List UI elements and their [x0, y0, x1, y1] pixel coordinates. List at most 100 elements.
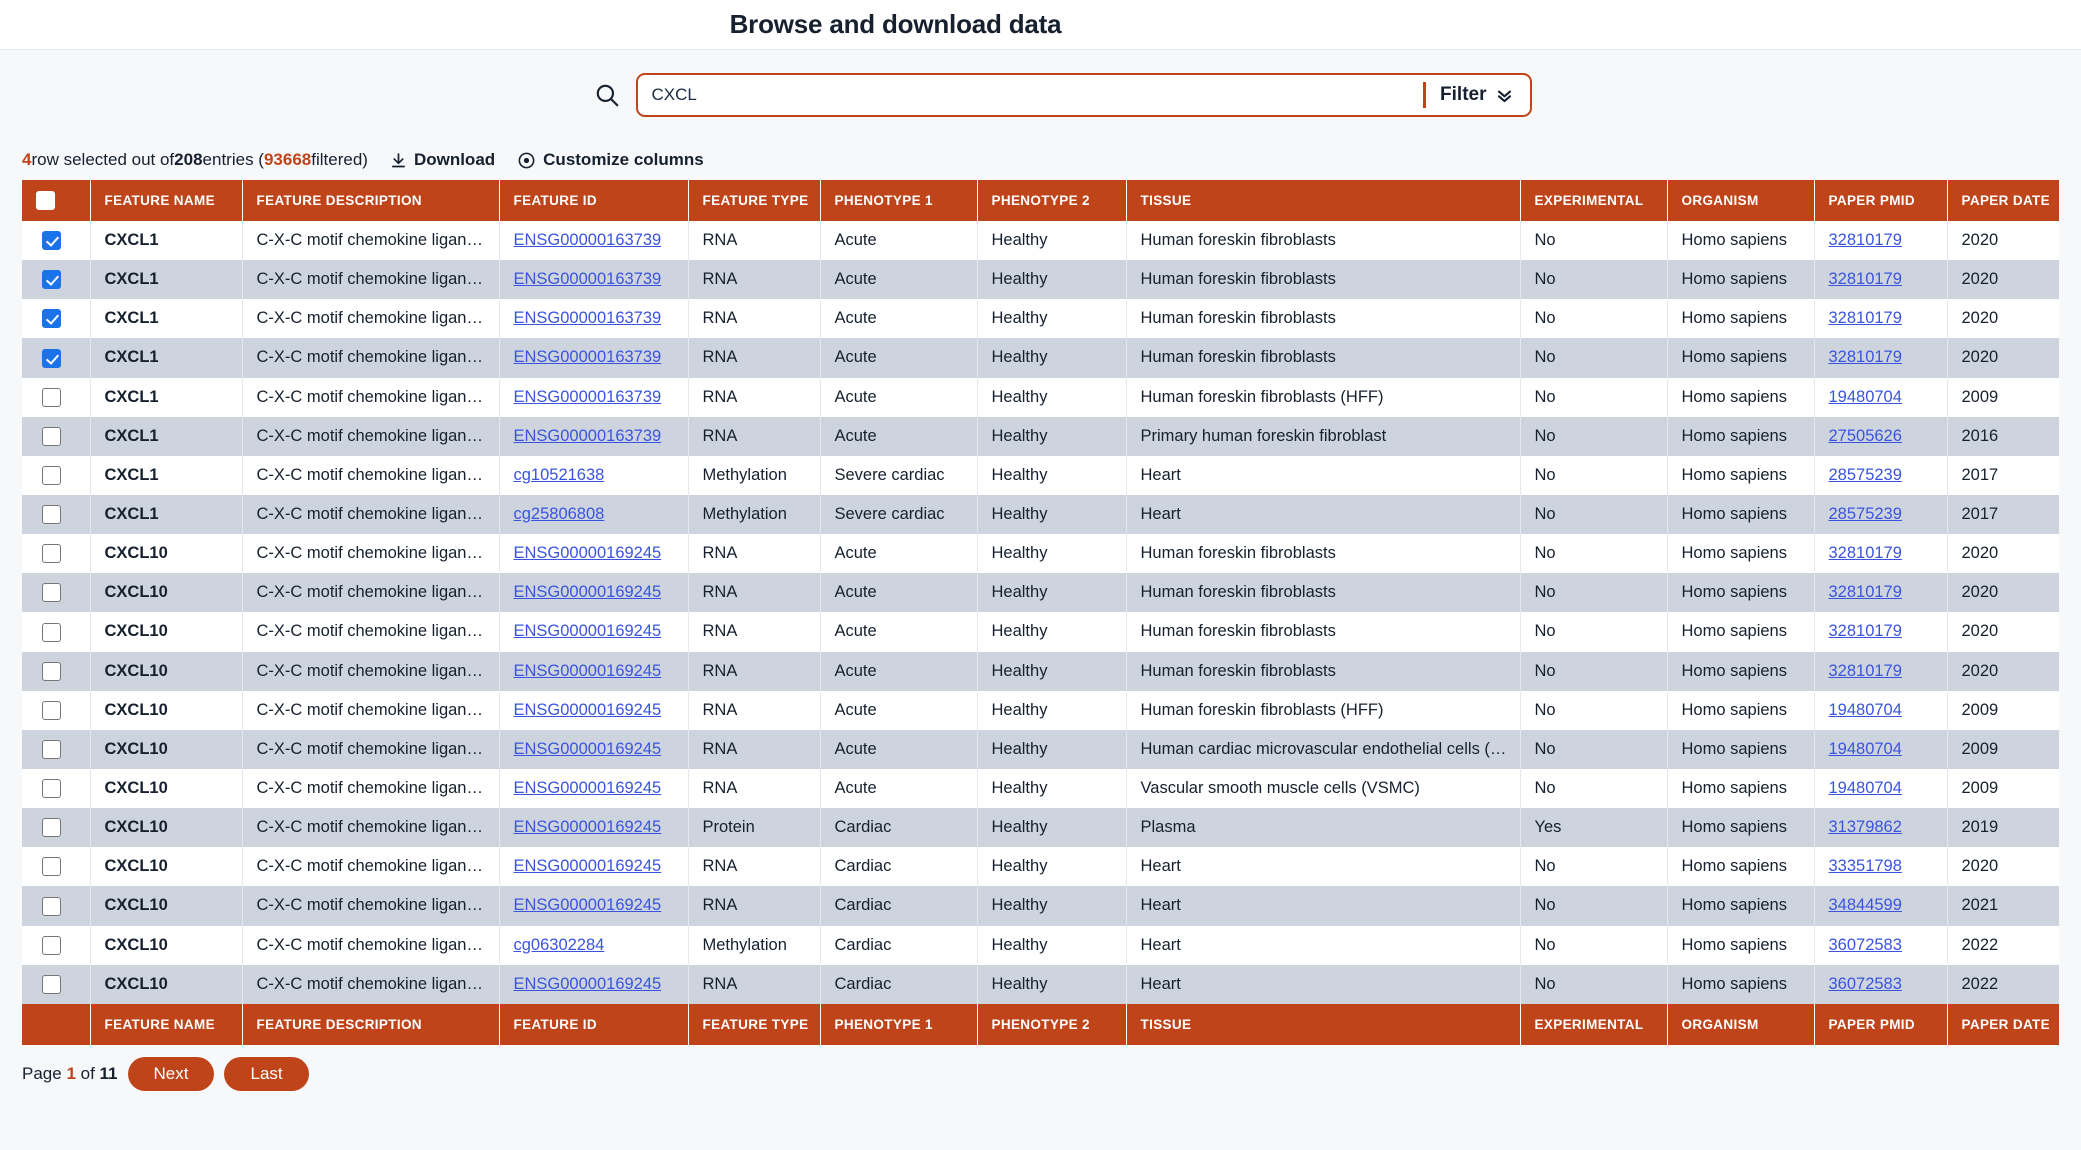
footer-column-paper-pmid[interactable]: PAPER PMID [1814, 1003, 1948, 1045]
feature-id-link[interactable]: ENSG00000169245 [514, 701, 662, 719]
paper-pmid-link[interactable]: 31379862 [1829, 818, 1902, 836]
table-row[interactable]: CXCL10 C-X-C motif chemokine ligand 10 ENS… [22, 768, 2059, 809]
row-select-checkbox[interactable] [42, 270, 61, 290]
column-header-phenotype-1[interactable]: PHENOTYPE 1 [820, 180, 978, 221]
footer-column-paper-date[interactable]: PAPER DATE [1947, 1003, 2059, 1045]
row-select-checkbox[interactable] [42, 387, 61, 407]
feature-id-link[interactable]: ENSG00000169245 [514, 544, 662, 562]
column-header-organism[interactable]: ORGANISM [1667, 180, 1815, 221]
row-select-checkbox[interactable] [42, 465, 61, 485]
table-row[interactable]: CXCL10 C-X-C motif chemokine ligand 10 ENS… [22, 690, 2059, 730]
feature-id-link[interactable]: ENSG00000163739 [514, 309, 662, 327]
feature-id-link[interactable]: ENSG00000169245 [514, 896, 662, 914]
row-select-checkbox[interactable] [42, 896, 61, 916]
paper-pmid-link[interactable]: 32810179 [1829, 622, 1902, 640]
paper-pmid-link[interactable]: 19480704 [1829, 740, 1902, 758]
footer-column-organism[interactable]: ORGANISM [1667, 1003, 1815, 1045]
feature-id-link[interactable]: cg25806808 [514, 505, 605, 523]
table-row[interactable]: CXCL1 C-X-C motif chemokine ligand 1 ENSG0… [22, 260, 2059, 300]
paper-pmid-link[interactable]: 36072583 [1829, 936, 1902, 954]
paper-pmid-link[interactable]: 33351798 [1829, 857, 1902, 875]
row-select-checkbox[interactable] [42, 700, 61, 720]
footer-column-phenotype-2[interactable]: PHENOTYPE 2 [977, 1003, 1127, 1045]
feature-id-link[interactable]: ENSG00000163739 [514, 388, 662, 406]
feature-id-link[interactable]: ENSG00000169245 [514, 975, 662, 993]
paper-pmid-link[interactable]: 32810179 [1829, 662, 1902, 680]
next-page-button[interactable]: Next [127, 1056, 215, 1092]
feature-id-link[interactable]: ENSG00000169245 [514, 818, 662, 836]
customize-columns-button[interactable]: Customize columns [517, 150, 704, 170]
column-header-feature-id[interactable]: FEATURE ID [499, 180, 689, 221]
paper-pmid-link[interactable]: 19480704 [1829, 779, 1902, 797]
table-row[interactable]: CXCL10 C-X-C motif chemokine ligand 10 cg0… [22, 925, 2059, 965]
footer-column-phenotype-1[interactable]: PHENOTYPE 1 [820, 1003, 978, 1045]
search-input[interactable] [637, 75, 1424, 115]
table-row[interactable]: CXCL1 C-X-C motif chemokine ligand 1 ENSG0… [22, 299, 2059, 339]
footer-column-feature-type[interactable]: FEATURE TYPE [688, 1003, 821, 1045]
paper-pmid-link[interactable]: 32810179 [1829, 583, 1902, 601]
row-select-checkbox[interactable] [42, 935, 61, 955]
feature-id-link[interactable]: ENSG00000163739 [514, 427, 662, 445]
feature-id-link[interactable]: ENSG00000169245 [514, 857, 662, 875]
filter-button[interactable]: Filter [1426, 75, 1529, 115]
feature-id-link[interactable]: cg10521638 [514, 466, 605, 484]
paper-pmid-link[interactable]: 28575239 [1829, 505, 1902, 523]
feature-id-link[interactable]: cg06302284 [514, 936, 605, 954]
paper-pmid-link[interactable]: 27505626 [1829, 427, 1902, 445]
column-header-feature-description[interactable]: FEATURE DESCRIPTION [242, 180, 500, 221]
table-row[interactable]: CXCL1 C-X-C motif chemokine ligand 1 cg105… [22, 455, 2059, 495]
feature-id-link[interactable]: ENSG00000169245 [514, 779, 662, 797]
paper-pmid-link[interactable]: 32810179 [1829, 544, 1902, 562]
paper-pmid-link[interactable]: 34844599 [1829, 896, 1902, 914]
table-row[interactable]: CXCL10 C-X-C motif chemokine ligand 10 ENS… [22, 534, 2059, 574]
paper-pmid-link[interactable]: 32810179 [1829, 309, 1902, 327]
column-header-phenotype-2[interactable]: PHENOTYPE 2 [977, 180, 1127, 221]
footer-column-tissue[interactable]: TISSUE [1126, 1003, 1521, 1045]
table-row[interactable]: CXCL1 C-X-C motif chemokine ligand 1 ENSG0… [22, 221, 2059, 261]
footer-column-feature-id[interactable]: FEATURE ID [499, 1003, 689, 1045]
table-row[interactable]: CXCL10 C-X-C motif chemokine ligand 10 ENS… [22, 886, 2059, 926]
row-select-checkbox[interactable] [42, 583, 61, 603]
row-select-checkbox[interactable] [42, 426, 61, 446]
download-button[interactable]: Download [390, 150, 495, 170]
row-select-checkbox[interactable] [42, 348, 61, 368]
table-row[interactable]: CXCL10 C-X-C motif chemokine ligand 10 ENS… [22, 573, 2059, 613]
column-header-feature-type[interactable]: FEATURE TYPE [688, 180, 821, 221]
row-select-checkbox[interactable] [42, 974, 61, 994]
paper-pmid-link[interactable]: 32810179 [1829, 231, 1902, 249]
table-row[interactable]: CXCL10 C-X-C motif chemokine ligand 10 ENS… [22, 729, 2059, 769]
row-select-checkbox[interactable] [42, 857, 61, 877]
row-select-checkbox[interactable] [42, 779, 61, 799]
column-header-paper-pmid[interactable]: PAPER PMID [1814, 180, 1948, 221]
table-row[interactable]: CXCL10 C-X-C motif chemokine ligand 10 ENS… [22, 651, 2059, 691]
feature-id-link[interactable]: ENSG00000163739 [514, 270, 662, 288]
column-header-tissue[interactable]: TISSUE [1126, 180, 1521, 221]
paper-pmid-link[interactable]: 36072583 [1829, 975, 1902, 993]
feature-id-link[interactable]: ENSG00000169245 [514, 740, 662, 758]
row-select-checkbox[interactable] [42, 739, 61, 759]
feature-id-link[interactable]: ENSG00000169245 [514, 622, 662, 640]
column-header-feature-name[interactable]: FEATURE NAME [90, 180, 243, 221]
feature-id-link[interactable]: ENSG00000163739 [514, 348, 662, 366]
row-select-checkbox[interactable] [42, 544, 61, 564]
table-row[interactable]: CXCL10 C-X-C motif chemokine ligand 10 ENS… [22, 808, 2059, 848]
table-row[interactable]: CXCL1 C-X-C motif chemokine ligand 1 ENSG0… [22, 338, 2059, 378]
table-row[interactable]: CXCL1 C-X-C motif chemokine ligand 1 ENSG0… [22, 416, 2059, 456]
select-all-checkbox[interactable] [36, 191, 55, 210]
row-select-checkbox[interactable] [42, 231, 61, 251]
feature-id-link[interactable]: ENSG00000163739 [514, 231, 662, 249]
table-row[interactable]: CXCL10 C-X-C motif chemokine ligand 10 ENS… [22, 847, 2059, 887]
feature-id-link[interactable]: ENSG00000169245 [514, 662, 662, 680]
column-header-paper-date[interactable]: PAPER DATE [1947, 180, 2059, 221]
paper-pmid-link[interactable]: 19480704 [1829, 388, 1902, 406]
feature-id-link[interactable]: ENSG00000169245 [514, 583, 662, 601]
row-select-checkbox[interactable] [42, 661, 61, 681]
column-header-experimental[interactable]: EXPERIMENTAL [1520, 180, 1668, 221]
footer-column-experimental[interactable]: EXPERIMENTAL [1520, 1003, 1668, 1045]
table-row[interactable]: CXCL1 C-X-C motif chemokine ligand 1 cg258… [22, 494, 2059, 535]
row-select-checkbox[interactable] [42, 309, 61, 329]
paper-pmid-link[interactable]: 32810179 [1829, 348, 1902, 366]
table-row[interactable]: CXCL1 C-X-C motif chemokine ligand 1 ENSG0… [22, 377, 2059, 417]
row-select-checkbox[interactable] [42, 505, 61, 525]
row-select-checkbox[interactable] [42, 818, 61, 838]
